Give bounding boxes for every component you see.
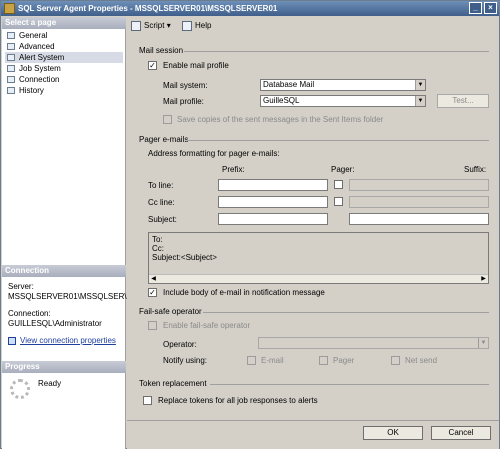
preview-subject: Subject:<Subject> — [152, 253, 217, 262]
mail-session-divider — [184, 51, 489, 52]
mail-system-label: Mail system: — [163, 81, 208, 90]
title-bar: SQL Server Agent Properties - MSSQLSERVE… — [1, 1, 499, 16]
page-item-connection[interactable]: Connection — [5, 74, 123, 85]
page-item-general[interactable]: General — [5, 30, 123, 41]
notify-netsend-label: Net send — [405, 356, 438, 365]
replace-tokens-checkbox[interactable] — [143, 396, 152, 405]
cc-line-prefix-input[interactable] — [218, 196, 328, 208]
subject-suffix-input[interactable] — [349, 213, 489, 225]
script-icon — [131, 21, 141, 31]
page-item-advanced[interactable]: Advanced — [5, 41, 123, 52]
token-replacement-header: Token replacement — [139, 379, 207, 388]
pager-emails-header: Pager e-mails — [139, 135, 189, 144]
cc-line-suffix-input[interactable] — [349, 196, 489, 208]
enable-mail-profile-checkbox[interactable]: ✓ — [148, 61, 157, 70]
select-page-header: Select a page — [2, 17, 126, 29]
failsafe-header: Fail-safe operator — [139, 307, 202, 316]
server-label: Server: — [8, 282, 34, 291]
cc-line-label: Cc line: — [148, 198, 175, 207]
mail-session-header: Mail session — [139, 46, 184, 55]
left-panel: Select a page General Advanced Alert Sys… — [2, 17, 127, 449]
token-divider — [210, 384, 489, 385]
connection-label: Connection: — [8, 309, 51, 318]
page-icon — [7, 32, 15, 39]
preview-horizontal-scrollbar[interactable]: ◀ ▶ — [149, 274, 488, 283]
subject-prefix-input[interactable] — [218, 213, 328, 225]
chevron-down-icon: ▼ — [415, 80, 425, 90]
failsafe-divider — [203, 312, 489, 313]
operator-select[interactable]: ▼ — [258, 337, 489, 349]
notify-using-label: Notify using: — [163, 356, 208, 365]
scroll-left-icon[interactable]: ◀ — [149, 275, 158, 283]
view-connection-properties-link[interactable]: View connection properties — [20, 336, 116, 345]
toolbar: Script ▾ Help — [127, 17, 499, 35]
notify-netsend-checkbox[interactable] — [391, 356, 400, 365]
ok-button[interactable]: OK — [363, 426, 423, 440]
suffix-column-label: Suffix: — [464, 165, 487, 174]
window-title: SQL Server Agent Properties - MSSQLSERVE… — [18, 4, 278, 13]
progress-status: Ready — [38, 379, 62, 388]
cc-line-pager-checkbox[interactable] — [334, 197, 343, 206]
enable-failsafe-checkbox[interactable] — [148, 321, 157, 330]
main-panel: Script ▾ Help Mail session ✓ Enable mail… — [127, 17, 499, 449]
include-body-label: Include body of e-mail in notification m… — [163, 288, 325, 297]
page-icon — [7, 76, 15, 83]
address-formatting-label: Address formatting for pager e-mails: — [148, 149, 280, 158]
app-icon — [4, 3, 15, 14]
save-copies-checkbox[interactable] — [163, 115, 172, 124]
include-body-checkbox[interactable]: ✓ — [148, 288, 157, 297]
replace-tokens-label: Replace tokens for all job responses to … — [158, 396, 318, 405]
operator-label: Operator: — [163, 340, 197, 349]
page-icon — [7, 87, 15, 94]
page-item-job-system[interactable]: Job System — [5, 63, 123, 74]
mail-system-select[interactable]: Database Mail ▼ — [260, 79, 426, 91]
close-button[interactable]: × — [484, 2, 497, 14]
page-item-history[interactable]: History — [5, 85, 123, 96]
to-line-label: To line: — [148, 181, 174, 190]
to-line-prefix-input[interactable] — [218, 179, 328, 191]
pager-divider — [187, 140, 489, 141]
mail-profile-label: Mail profile: — [163, 97, 204, 106]
script-button[interactable]: Script ▾ — [131, 20, 171, 32]
scroll-right-icon[interactable]: ▶ — [479, 275, 488, 283]
help-button[interactable]: Help — [182, 20, 211, 32]
help-icon — [182, 21, 192, 31]
server-value: MSSQLSERVER01\MSSQLSER\ — [8, 292, 127, 301]
preview-cc: Cc: — [152, 244, 164, 253]
progress-spinner-icon — [10, 379, 30, 399]
enable-failsafe-label: Enable fail-safe operator — [163, 321, 251, 330]
mail-profile-select[interactable]: GuilleSQL ▼ — [260, 95, 426, 107]
page-icon — [7, 54, 15, 61]
footer-divider — [127, 420, 499, 421]
view-connection-row: View connection properties — [8, 336, 116, 346]
connection-header: Connection — [2, 265, 126, 277]
prefix-column-label: Prefix: — [222, 165, 245, 174]
properties-window: SQL Server Agent Properties - MSSQLSERVE… — [0, 0, 500, 449]
chevron-down-icon: ▼ — [415, 96, 425, 106]
connection-properties-icon — [8, 336, 16, 345]
notify-email-label: E-mail — [261, 356, 284, 365]
chevron-down-icon: ▾ — [166, 21, 171, 30]
notify-email-checkbox[interactable] — [247, 356, 256, 365]
notify-pager-label: Pager — [333, 356, 355, 365]
subject-label: Subject: — [148, 215, 177, 224]
save-copies-label: Save copies of the sent messages in the … — [177, 115, 384, 124]
to-line-suffix-input[interactable] — [349, 179, 489, 191]
preview-to: To: — [152, 235, 163, 244]
page-icon — [7, 65, 15, 72]
page-icon — [7, 43, 15, 50]
connection-value: GUILLESQL\Administrator — [8, 319, 102, 328]
to-line-pager-checkbox[interactable] — [334, 180, 343, 189]
page-item-alert-system[interactable]: Alert System — [5, 52, 123, 63]
notify-pager-checkbox[interactable] — [319, 356, 328, 365]
enable-mail-profile-label: Enable mail profile — [163, 61, 229, 70]
cancel-button[interactable]: Cancel — [431, 426, 491, 440]
chevron-down-icon: ▼ — [478, 338, 488, 348]
pager-column-label: Pager: — [331, 165, 355, 174]
minimize-button[interactable]: _ — [469, 2, 482, 14]
pager-preview-box: To: Cc: Subject:<Subject> ◀ ▶ — [148, 232, 489, 284]
test-button[interactable]: Test... — [437, 94, 489, 108]
progress-header: Progress — [2, 361, 126, 373]
